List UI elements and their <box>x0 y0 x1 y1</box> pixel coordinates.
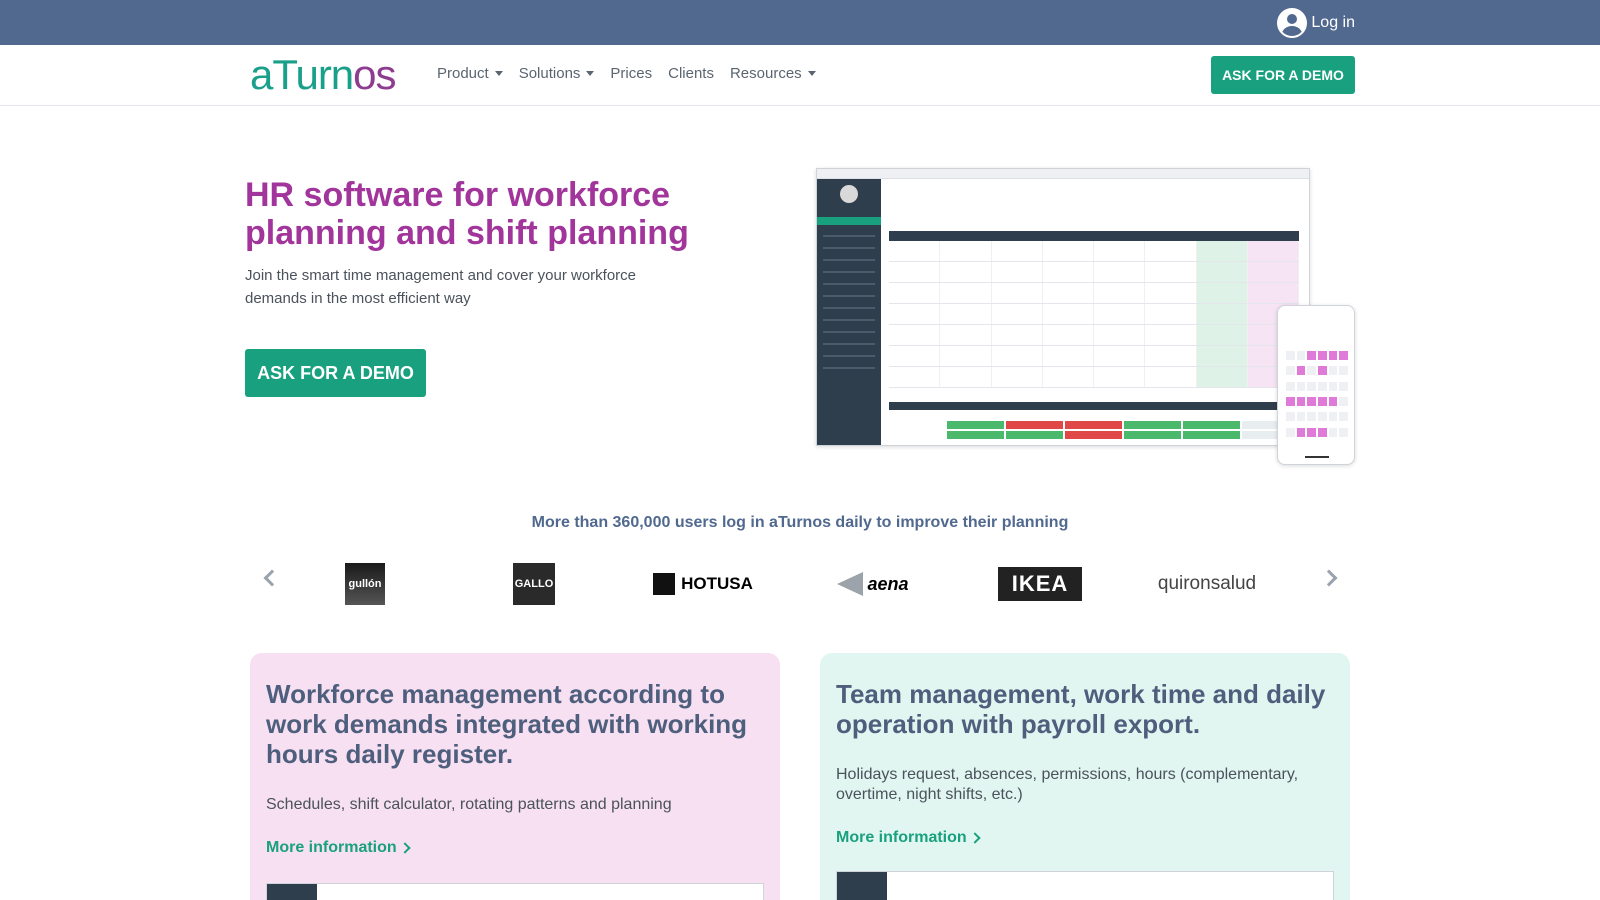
app-sidebar <box>817 179 881 445</box>
top-bar: Log in <box>0 0 1600 45</box>
caret-down-icon <box>494 71 503 76</box>
aturnos-logo[interactable]: aTurnos <box>250 51 397 99</box>
nav-item-label: Prices <box>610 65 653 82</box>
nav-item-prices[interactable]: Prices <box>610 65 652 82</box>
nav-item-product[interactable]: Product <box>437 65 503 82</box>
carousel-prev-arrow-icon[interactable] <box>263 569 281 587</box>
nav-item-label: Product <box>437 65 489 82</box>
user-icon <box>1277 8 1308 38</box>
nav-menu: Product Solutions Prices Clients Resourc… <box>437 65 816 82</box>
client-logo-aena: aena <box>828 560 918 608</box>
app-screenshot <box>816 168 1310 446</box>
hero-subtitle: Join the smart time management and cover… <box>245 267 637 307</box>
nav-item-resources[interactable]: Resources <box>730 65 816 82</box>
hero-title: HR software for workforce planning and s… <box>245 176 689 252</box>
nav-item-label: Solutions <box>518 65 581 82</box>
feature-card-workforce: Workforce management according to work d… <box>250 653 780 900</box>
nav-item-clients[interactable]: Clients <box>668 65 714 82</box>
nav-item-solutions[interactable]: Solutions <box>519 65 595 82</box>
nav-item-label: Resources <box>729 65 802 82</box>
client-logo-gallo: GALLO <box>513 560 555 608</box>
feature-card-team: Team management, work time and daily ope… <box>820 653 1350 900</box>
clients-carousel: gullón GALLO HOTUSA aena IKEA quironsalu… <box>300 560 1300 608</box>
logo-accent: os <box>353 51 396 98</box>
logo-prefix: aTurn <box>250 51 354 98</box>
login-link[interactable]: Log in <box>1277 8 1355 38</box>
mobile-app-screenshot <box>1277 305 1355 465</box>
login-label: Log in <box>1311 14 1355 31</box>
card-screenshot <box>836 871 1334 900</box>
carousel-next-arrow-icon[interactable] <box>1320 569 1338 587</box>
more-info-link[interactable]: More information <box>266 839 411 857</box>
more-info-label: More information <box>266 839 397 856</box>
more-info-label: More information <box>836 829 967 846</box>
card-title: Team management, work time and daily ope… <box>836 679 1326 739</box>
users-trust-text: More than 360,000 users log in aTurnos d… <box>531 514 1069 531</box>
schedule-grid <box>889 231 1299 391</box>
chevron-right-icon <box>969 832 981 844</box>
main-navbar: aTurnos Product Solutions Prices Clients… <box>0 45 1600 106</box>
client-logo-ikea: IKEA <box>997 560 1083 608</box>
client-logo-quironsalud: quironsalud <box>1157 573 1257 594</box>
card-text: Holidays request, absences, permissions,… <box>836 766 1299 803</box>
card-title: Workforce management according to work d… <box>266 679 748 769</box>
caret-down-icon <box>807 71 816 76</box>
caret-down-icon <box>586 71 595 76</box>
client-logo-hotusa: HOTUSA <box>653 560 753 608</box>
card-screenshot <box>266 883 764 900</box>
card-text: Schedules, shift calculator, rotating pa… <box>266 796 672 813</box>
more-info-link[interactable]: More information <box>836 829 981 847</box>
browser-bar <box>817 169 1309 179</box>
client-logo-gullon: gullón <box>345 560 385 608</box>
hero-demo-button[interactable]: ASK FOR A DEMO <box>245 349 426 397</box>
nav-demo-button[interactable]: ASK FOR A DEMO <box>1211 56 1355 94</box>
nav-item-label: Clients <box>668 65 714 82</box>
chevron-right-icon <box>399 842 411 854</box>
